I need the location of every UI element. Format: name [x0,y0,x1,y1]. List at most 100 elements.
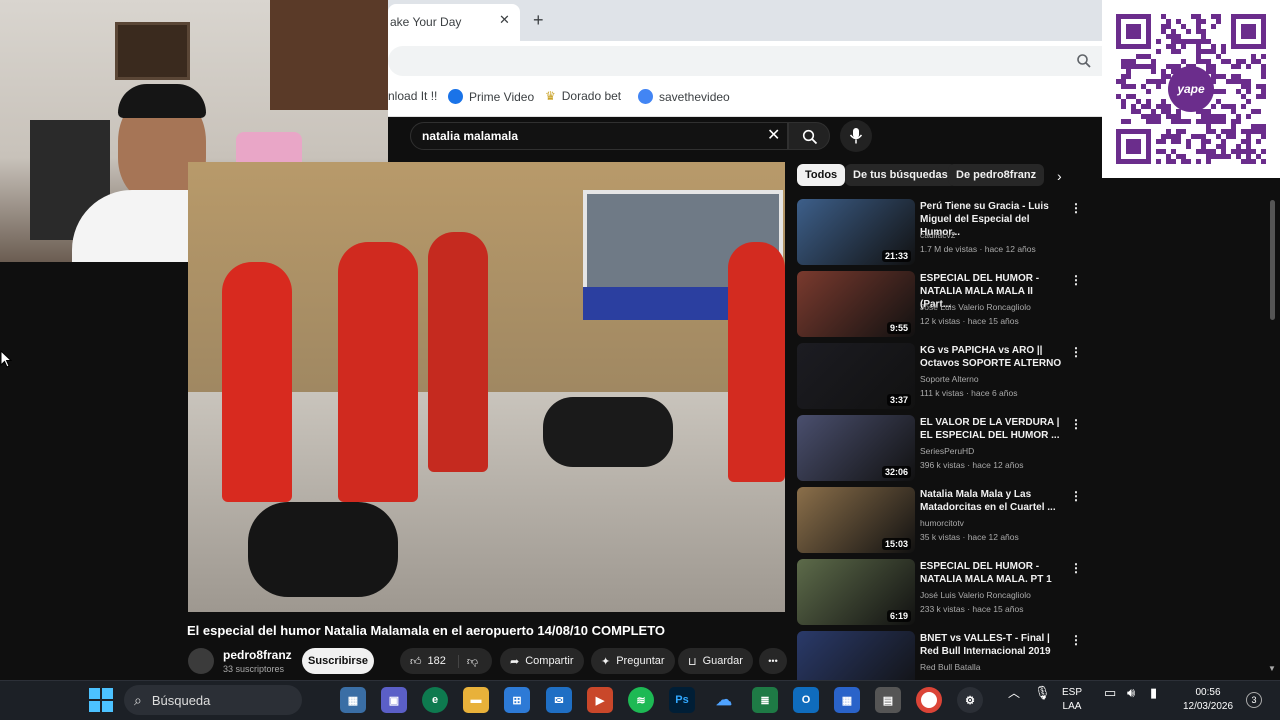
address-bar[interactable] [388,46,1102,76]
qr-module [1171,39,1176,44]
qr-module [1216,14,1221,19]
store-icon[interactable]: ⊞ [504,687,530,713]
recommendation-item[interactable]: 21:33 Perú Tiene su Gracia - Luis Miguel … [797,199,1087,265]
volume-icon[interactable]: 🔊︎ [1127,686,1135,700]
network-icon[interactable]: ▭ [1104,686,1116,700]
recommendation-channel[interactable]: humorcitotv [920,518,964,528]
recommendation-item[interactable]: 15:03 Natalia Mala Mala y Las Matadorcita… [797,487,1087,553]
windows-start-icon[interactable] [89,688,113,712]
clear-search-icon[interactable]: ✕ [767,125,780,145]
media-player-icon[interactable]: ▶ [587,687,613,713]
chrome-icon[interactable] [916,687,942,713]
channel-avatar[interactable] [188,648,214,674]
recommendation-title[interactable]: ESPECIAL DEL HUMOR - NATALIA MALA MALA. … [920,560,1066,586]
scroll-down-icon[interactable]: ▼ [1268,664,1276,673]
recommendation-title[interactable]: KG vs PAPICHA vs ARO || Octavos SOPORTE … [920,344,1066,370]
microphone-icon[interactable]: 🎙︎ [1034,686,1051,700]
notification-badge[interactable]: 3 [1246,692,1262,708]
scrollbar-thumb[interactable] [1270,200,1275,320]
bookmark-item[interactable]: Prime Video [448,89,534,104]
settings-icon[interactable]: ⚙ [957,687,983,713]
video-thumbnail[interactable]: 21:33 [797,199,915,265]
subscribe-button[interactable]: Suscribirse [302,648,374,674]
ask-button[interactable]: ✦ Preguntar [591,648,675,674]
more-options-icon[interactable]: ⋮ [1070,273,1082,287]
chip-from-channel[interactable]: De pedro8franz [948,164,1045,186]
qr-module [1171,159,1176,164]
more-options-icon[interactable]: ⋮ [1070,201,1082,215]
spotify-icon[interactable]: ≋ [628,687,654,713]
more-actions-button[interactable]: ••• [759,648,787,674]
channel-name[interactable]: pedro8franz [223,648,292,662]
recommendation-title[interactable]: BNET vs VALLES-T - Final | Red Bull Inte… [920,632,1066,658]
like-button[interactable]: 👍︎ 182 👎︎ [400,648,492,674]
clock[interactable]: 00:56 12/03/2026 [1176,686,1240,714]
recommendation-title[interactable]: Natalia Mala Mala y Las Matadorcitas en … [920,488,1066,514]
recommendation-channel[interactable]: Soporte Alterno [920,374,979,384]
share-button[interactable]: ➦ Compartir [500,648,584,674]
qr-module [1166,34,1171,39]
recommendation-item[interactable]: 9:55 ESPECIAL DEL HUMOR - NATALIA MALA MA… [797,271,1087,337]
taskbar-search[interactable]: ⌕ Búsqueda [124,685,302,715]
language-indicator[interactable]: ESP LAA [1062,686,1082,714]
more-options-icon[interactable]: ⋮ [1070,345,1082,359]
video-thumbnail[interactable]: 15:03 [797,487,915,553]
bookmark-item[interactable]: ♛ Dorado bet [545,89,621,103]
calculator-icon[interactable]: ▤ [875,687,901,713]
qr-module [1201,39,1206,44]
recommendation-channel[interactable]: José Luis Valerio Roncagliolo [920,590,1031,600]
video-thumbnail[interactable]: 32:06 [797,415,915,481]
recommendation-item[interactable]: 3:37 KG vs PAPICHA vs ARO || Octavos SOPO… [797,343,1087,409]
bookmark-item[interactable]: savethevideo [638,89,730,104]
video-thumbnail[interactable]: 6:19 [797,559,915,625]
qr-module [1126,119,1131,124]
recommendation-item[interactable]: 32:06 EL VALOR DE LA VERDURA | EL ESPECIA… [797,415,1087,481]
magnifier-icon[interactable] [1076,53,1092,69]
recommendation-channel[interactable]: José Luis Valerio Roncagliolo [920,302,1031,312]
battery-icon[interactable]: ▮ [1150,686,1157,700]
video-thumbnail[interactable]: 9:55 [797,271,915,337]
save-button[interactable]: ⊔ Guardar [678,648,753,674]
qr-module [1181,154,1186,159]
mail-icon[interactable]: ✉ [546,687,572,713]
thumbs-down-icon[interactable]: 👎︎ [457,654,478,668]
qr-module [1166,114,1171,119]
new-tab-button[interactable]: + [533,10,544,31]
recommendation-channel[interactable]: Red Bull Batalla [920,662,980,672]
qr-module [1201,59,1206,64]
file-explorer-icon[interactable]: ▬ [463,687,489,713]
qr-module [1176,34,1181,39]
qr-module [1261,149,1266,154]
qr-module [1121,74,1126,79]
teams-icon[interactable]: ▣ [381,687,407,713]
calendar-icon[interactable]: ▦ [834,687,860,713]
recommendation-channel[interactable]: SeriesPeruHD [920,446,974,456]
voice-search-button[interactable] [840,120,872,152]
chip-from-searches[interactable]: De tus búsquedas [845,164,956,186]
chevron-up-icon[interactable]: ︿ [1008,686,1020,700]
video-player[interactable] [188,162,785,612]
recommendation-title[interactable]: EL VALOR DE LA VERDURA | EL ESPECIAL DEL… [920,416,1066,442]
video-thumbnail[interactable]: 3:37 [797,343,915,409]
qr-module [1221,154,1226,159]
tab-close-icon[interactable]: ✕ [499,12,510,28]
notes-icon[interactable]: ≣ [752,687,778,713]
actor [222,262,292,502]
search-button[interactable] [788,122,830,150]
outlook-icon[interactable]: O [793,687,819,713]
more-options-icon[interactable]: ⋮ [1070,633,1082,647]
photoshop-icon[interactable]: Ps [669,687,695,713]
chip-all[interactable]: Todos [797,164,846,186]
qr-module [1226,79,1231,84]
onedrive-icon[interactable]: ☁ [711,687,737,713]
edge-icon[interactable]: e [422,687,448,713]
more-options-icon[interactable]: ⋮ [1070,561,1082,575]
bookmark-item[interactable]: nload It !! [388,89,437,103]
more-options-icon[interactable]: ⋮ [1070,417,1082,431]
chevron-right-icon[interactable]: › [1057,168,1062,184]
task-view-icon[interactable]: ▦ [340,687,366,713]
more-options-icon[interactable]: ⋮ [1070,489,1082,503]
recommendation-channel[interactable]: cadilacv2 [920,230,955,240]
recommendation-item[interactable]: 6:19 ESPECIAL DEL HUMOR - NATALIA MALA MA… [797,559,1087,625]
qr-module [1261,89,1266,94]
